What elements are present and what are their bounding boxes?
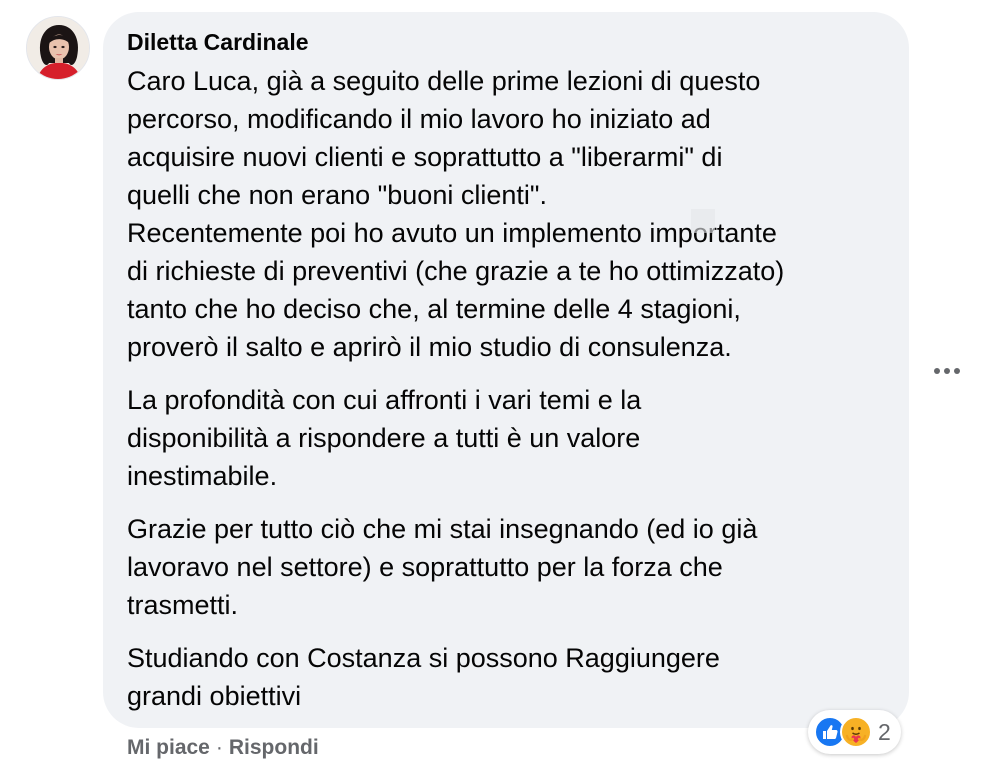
reply-button[interactable]: Rispondi xyxy=(229,736,319,759)
comment-line: proverò il salto e aprirò il mio studio … xyxy=(127,332,732,362)
comment-screen: Diletta Cardinale Caro Luca, già a segui… xyxy=(0,0,994,770)
more-options-button[interactable] xyxy=(932,356,962,386)
like-button[interactable]: Mi piace xyxy=(127,736,210,759)
comment-line: Caro Luca, già a seguito delle prime lez… xyxy=(127,66,761,96)
comment-line: La profondità con cui affronti i vari te… xyxy=(127,385,642,415)
care-icon xyxy=(840,716,872,748)
comment-line: Studiando con Costanza si possono Raggiu… xyxy=(127,643,720,673)
comment-paragraph-1: Caro Luca, già a seguito delle prime lez… xyxy=(127,62,885,366)
comment-line: acquisire nuovi clienti e soprattutto a … xyxy=(127,142,723,172)
comment-actions: Mi piace · Rispondi xyxy=(127,734,319,762)
comment-paragraph-4: Studiando con Costanza si possono Raggiu… xyxy=(127,639,885,715)
image-placeholder xyxy=(691,209,715,233)
comment-paragraph-2: La profondità con cui affronti i vari te… xyxy=(127,381,885,495)
comment-line: Grazie per tutto ciò che mi stai insegna… xyxy=(127,514,758,544)
comment-paragraph-3: Grazie per tutto ciò che mi stai insegna… xyxy=(127,510,885,624)
comment-line: di richieste di preventivi (che grazie a… xyxy=(127,256,785,286)
comment-line: percorso, modificando il mio lavoro ho i… xyxy=(127,104,711,134)
action-separator: · xyxy=(215,736,223,759)
comment-line: disponibilità a rispondere a tutti è un … xyxy=(127,423,641,453)
reactions-summary[interactable]: 2 xyxy=(808,710,901,754)
more-horizontal-icon xyxy=(934,368,960,374)
comment-line: quelli che non erano "buoni clienti". xyxy=(127,180,547,210)
comment-line: Recentemente poi ho avuto un implemento … xyxy=(127,218,777,248)
comment-bubble: Diletta Cardinale Caro Luca, già a segui… xyxy=(103,12,909,728)
reaction-count: 2 xyxy=(878,719,891,745)
profile-photo xyxy=(27,17,89,79)
comment-line: trasmetti. xyxy=(127,590,239,620)
avatar[interactable] xyxy=(26,16,90,80)
comment-line: tanto che ho deciso che, al termine dell… xyxy=(127,294,741,324)
comment-line: lavoravo nel settore) e soprattutto per … xyxy=(127,552,723,582)
author-name[interactable]: Diletta Cardinale xyxy=(127,28,885,56)
comment-line: inestimabile. xyxy=(127,461,278,491)
comment-line: grandi obiettivi xyxy=(127,681,302,711)
